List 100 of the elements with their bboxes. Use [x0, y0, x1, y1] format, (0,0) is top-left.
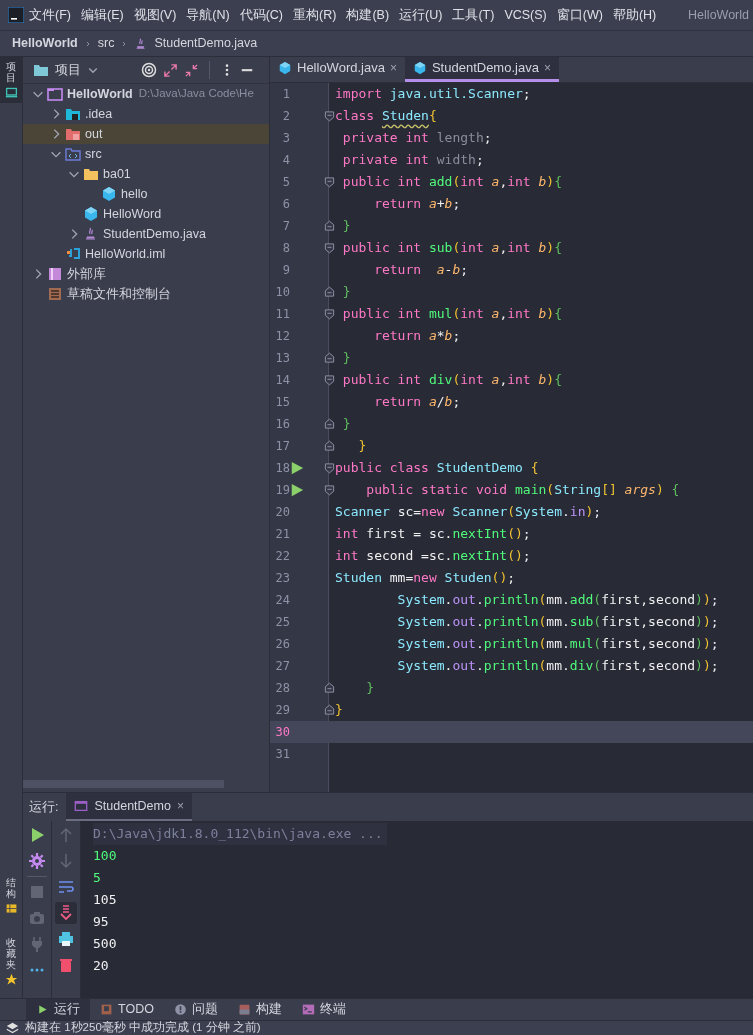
breadcrumb-item[interactable]: src [97, 34, 115, 53]
line-number: 15 [274, 394, 290, 411]
line-number: 20 [274, 504, 290, 521]
console-line: 500 [93, 935, 118, 953]
close-button[interactable]: × [389, 59, 397, 77]
window-title: HelloWorld [688, 6, 750, 24]
tree-item[interactable]: HelloWord [23, 204, 269, 224]
code-line: } [341, 349, 351, 368]
code-line: return a+b; [373, 195, 461, 214]
tree-label: StudentDemo.java [103, 225, 206, 243]
editor-tab[interactable]: HelloWord.java × [270, 57, 405, 82]
tree-item[interactable]: HelloWorld.iml [23, 244, 269, 264]
line-number: 31 [274, 746, 290, 763]
path-text: D:\Java\Java Code\He [138, 86, 254, 102]
side-tab[interactable]: 结构 [0, 873, 22, 919]
menu-item[interactable]: 视图(V) [128, 5, 182, 25]
menu-item[interactable]: 文件(F) [24, 5, 76, 25]
line-number: 18 [274, 460, 290, 477]
code-line: public static void main(String[] args) { [365, 481, 680, 500]
tree-item[interactable]: out [23, 124, 269, 144]
code-line: System.out.println(mm.add(first,second)); [396, 591, 719, 610]
line-number: 1 [281, 86, 290, 103]
tool-window-tab[interactable]: 运行 [26, 998, 90, 1021]
menu-item[interactable]: 运行(U) [394, 5, 448, 25]
tree-item[interactable]: ba01 [23, 164, 269, 184]
line-number: 17 [274, 438, 290, 455]
tree-item[interactable]: StudentDemo.java [23, 224, 269, 244]
code-line: System.out.println(mm.mul(first,second)); [396, 635, 719, 654]
menu-item[interactable]: 窗口(W) [551, 5, 608, 25]
close-button[interactable]: × [543, 59, 551, 77]
menu-item[interactable]: VCS(S) [499, 5, 552, 25]
tree-label: HelloWorld [67, 85, 133, 103]
code-line: public int div(int a,int b){ [341, 371, 562, 390]
line-number: 8 [281, 240, 290, 257]
breadcrumb-item[interactable]: HelloWorld [12, 34, 78, 53]
line-number: 2 [281, 108, 290, 125]
code-line: } [341, 415, 351, 434]
line-number: 3 [281, 130, 290, 147]
menu-item[interactable]: 代码(C) [234, 5, 289, 25]
menu-item[interactable]: 工具(T) [447, 5, 500, 25]
panel-label: 运行: [28, 798, 60, 816]
tool-window-tab[interactable]: 终端 [291, 998, 356, 1021]
tree-item[interactable]: HelloWorld D:\Java\Java Code\He [23, 84, 269, 104]
tree-label: HelloWord [103, 205, 162, 223]
tree-item[interactable]: hello [23, 184, 269, 204]
menu-item[interactable]: 重构(R) [288, 5, 342, 25]
line-number: 27 [274, 658, 290, 675]
status-text: 构建在 1秒250毫秒 中成功完成 (1 分钟 之前) [25, 1021, 261, 1035]
editor-tab[interactable]: StudentDemo.java × [404, 57, 559, 82]
tree-item[interactable]: src [23, 144, 269, 164]
code-line: public int mul(int a,int b){ [341, 305, 562, 324]
code-line: } [335, 701, 343, 720]
menu-item[interactable]: 导航(N) [181, 5, 235, 25]
tree-label: ba01 [103, 165, 131, 183]
code-line: return a/b; [373, 393, 461, 412]
side-tab[interactable]: 收藏夹 [0, 933, 22, 990]
code-line: private int width; [341, 151, 484, 170]
tree-label: src [85, 145, 102, 163]
tree-item[interactable]: 草稿文件和控制台 [23, 284, 269, 304]
line-number: 6 [281, 196, 290, 213]
side-tab[interactable]: 项目 [0, 57, 22, 103]
tree-label: out [85, 125, 103, 143]
tool-window-tab[interactable]: 构建 [227, 998, 292, 1021]
panel-title[interactable]: 项目 [55, 60, 81, 80]
line-number: 13 [274, 350, 290, 367]
line-number: 7 [281, 218, 290, 235]
line-number: 5 [281, 174, 290, 191]
tree-item[interactable]: .idea [23, 104, 269, 124]
line-number: 28 [274, 680, 290, 697]
line-number: 16 [274, 416, 290, 433]
line-number: 30 [274, 724, 290, 741]
code-line: } [365, 679, 375, 698]
tree-item[interactable]: 外部库 [23, 264, 269, 284]
code-line: } [341, 283, 351, 302]
menu-item[interactable]: 构建(B) [341, 5, 395, 25]
line-number: 14 [274, 372, 290, 389]
console-line: 95 [93, 913, 110, 931]
tree-label: 外部库 [67, 265, 106, 283]
close-button[interactable]: × [176, 797, 184, 815]
tool-window-tab[interactable]: TODO [90, 998, 164, 1021]
code-line: private int length; [341, 129, 492, 148]
code-line: public int sub(int a,int b){ [341, 239, 562, 258]
tool-window-tab[interactable]: 问题 [163, 998, 228, 1021]
breadcrumb-item[interactable]: StudentDemo.java [154, 34, 258, 53]
code-line: public int add(int a,int b){ [341, 173, 562, 192]
menu-item[interactable]: 编辑(E) [75, 5, 129, 25]
code-line: Studen mm=new Studen(); [335, 569, 516, 588]
run-tab[interactable]: StudentDemo × [66, 793, 192, 821]
code-line: return a-b; [373, 261, 469, 280]
line-number: 24 [274, 592, 290, 609]
code-line: System.out.println(mm.sub(first,second)); [396, 613, 719, 632]
console-line: 20 [93, 957, 110, 975]
code-line: } [341, 217, 351, 236]
console-line: 5 [93, 869, 102, 887]
tree-label: 草稿文件和控制台 [67, 285, 171, 303]
code-line: Scanner sc=new Scanner(System.in); [335, 503, 602, 522]
code-line: return a*b; [373, 327, 461, 346]
menu-item[interactable]: 帮助(H) [607, 5, 662, 25]
code-line: System.out.println(mm.div(first,second)); [396, 657, 719, 676]
line-number: 29 [274, 702, 290, 719]
